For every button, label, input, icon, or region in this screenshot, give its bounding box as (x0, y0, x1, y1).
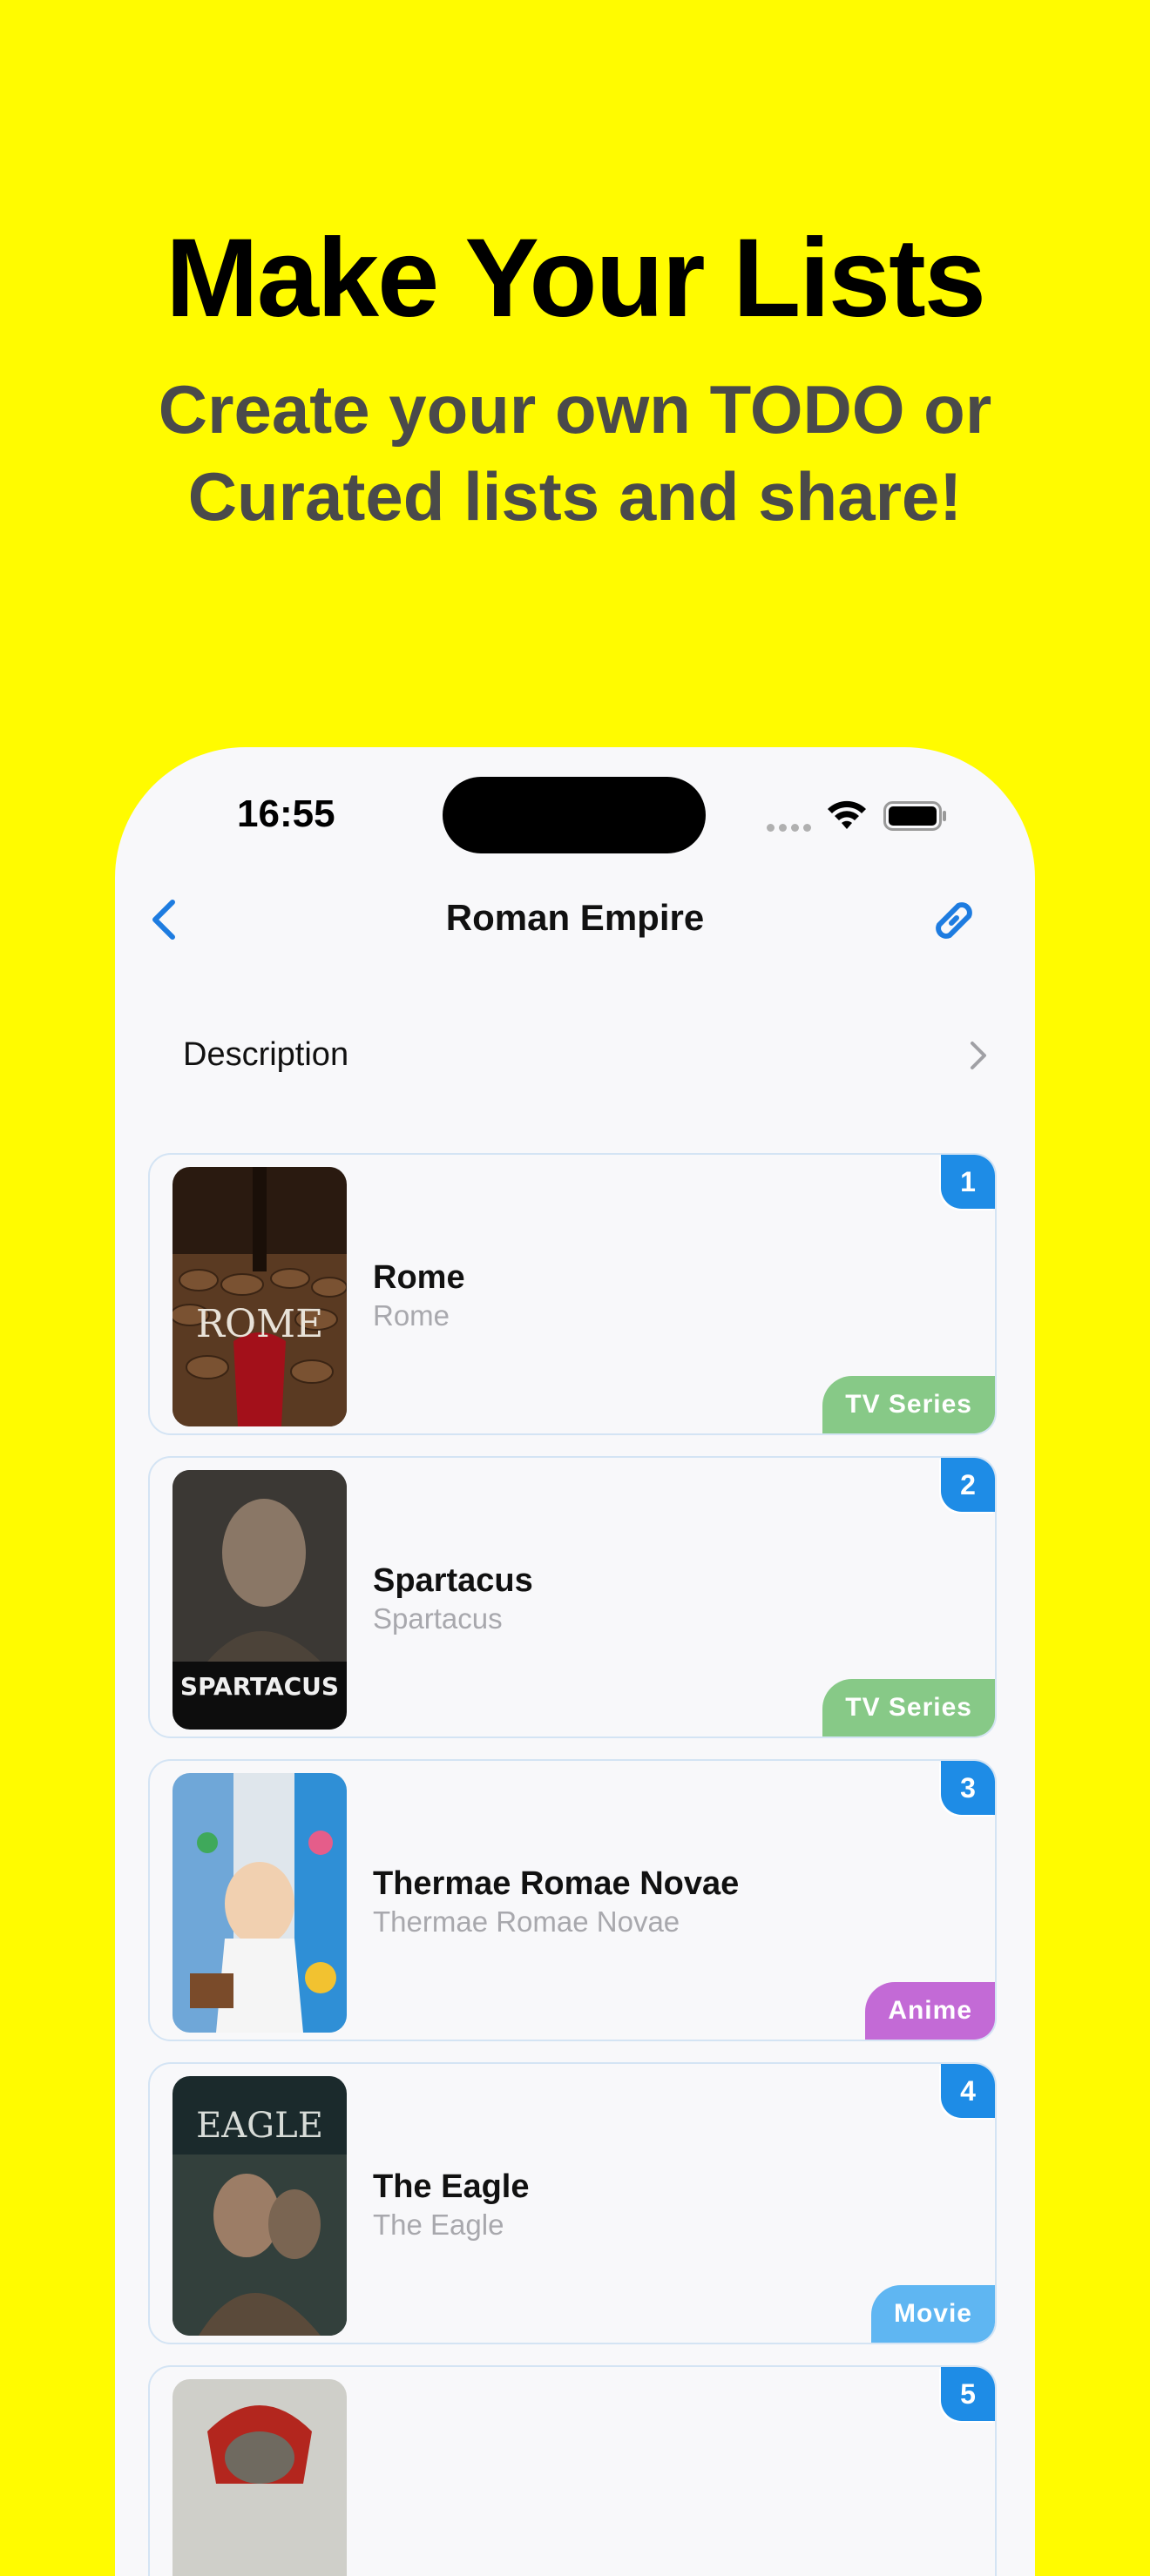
wifi-icon (828, 800, 866, 829)
poster-image (172, 1773, 347, 2033)
item-subtitle: The Eagle (373, 2208, 504, 2241)
item-subtitle: Rome (373, 1299, 450, 1332)
battery-icon (883, 801, 946, 831)
poster-image: SPARTACUS (172, 1470, 347, 1730)
rank-badge: 2 (941, 1458, 995, 1512)
rank-badge: 4 (941, 2064, 995, 2118)
poster-title-text: SPARTACUS (180, 1672, 339, 1701)
description-row[interactable]: Description (183, 1024, 993, 1087)
subline-line-1: Create your own TODO or (158, 371, 992, 448)
list-item-thermae-romae-novae[interactable]: Thermae Romae Novae Thermae Romae Novae … (148, 1759, 997, 2041)
page-title: Roman Empire (445, 897, 705, 938)
link-icon[interactable] (925, 892, 983, 949)
list-item-spartacus[interactable]: SPARTACUS Spartacus Spartacus 2 TV Serie… (148, 1456, 997, 1738)
item-title: Spartacus (373, 1562, 533, 1599)
signal-icon (767, 820, 815, 836)
item-subtitle: Spartacus (373, 1602, 503, 1635)
poster-title-text: ROME (196, 1302, 323, 1346)
list-item-the-eagle[interactable]: EAGLE The Eagle The Eagle 4 Movie (148, 2062, 997, 2344)
poster-image: ROME (172, 1167, 347, 1426)
description-label: Description (183, 1036, 349, 1073)
headline: Make Your Lists (166, 216, 986, 341)
list-item-rome[interactable]: ROME Rome Rome 1 TV Series (148, 1153, 997, 1435)
poster-image (172, 2379, 347, 2576)
category-tag: TV Series (822, 1376, 995, 1433)
rank-badge: 5 (941, 2367, 995, 2421)
category-tag: TV Series (822, 1679, 995, 1736)
rank-badge: 3 (941, 1761, 995, 1815)
item-title: Rome (373, 1259, 465, 1296)
rank-badge: 1 (941, 1155, 995, 1209)
list-item-5[interactable]: 5 (148, 2365, 997, 2576)
chevron-right-icon (971, 1042, 986, 1069)
poster-image: EAGLE (172, 2076, 347, 2336)
category-tag: Anime (865, 1982, 995, 2040)
category-tag: Movie (870, 2285, 995, 2343)
phone-screen: 16:55 Roman Empire Description ROME Rome… (115, 747, 1035, 2576)
item-title: Thermae Romae Novae (373, 1865, 740, 1902)
item-subtitle: Thermae Romae Novae (373, 1905, 680, 1938)
poster-title-text: EAGLE (196, 2106, 323, 2146)
status-time: 16:55 (237, 792, 335, 835)
dynamic-island (443, 777, 706, 853)
subline: Create your own TODO or Curated lists an… (0, 366, 1150, 540)
subline-line-2: Curated lists and share! (187, 458, 963, 535)
item-title: The Eagle (373, 2168, 530, 2205)
